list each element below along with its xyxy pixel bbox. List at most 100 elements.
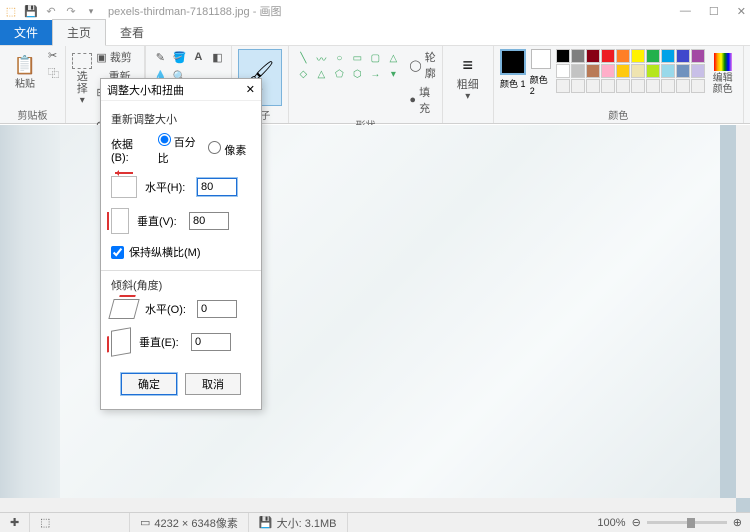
skew-v-input[interactable] (191, 333, 231, 351)
eraser-icon[interactable]: ◧ (209, 49, 225, 65)
crop-icon: ▣ (96, 51, 106, 64)
palette-swatch[interactable] (691, 79, 705, 93)
tab-home[interactable]: 主页 (52, 19, 106, 46)
ribbon-tabs: 文件 主页 查看 (0, 22, 750, 46)
palette-swatch[interactable] (631, 49, 645, 63)
group-colors: 颜色 1 颜色 2 编辑颜色 颜色 (494, 46, 744, 123)
undo-icon[interactable]: ↶ (44, 4, 58, 18)
crop-button[interactable]: ▣裁剪 (96, 49, 138, 65)
cancel-button[interactable]: 取消 (185, 373, 241, 395)
fill-shape-button[interactable]: ●填充 (409, 84, 435, 116)
paste-button[interactable]: 📋 粘贴 (6, 49, 44, 90)
palette-swatch[interactable] (616, 79, 630, 93)
palette-swatch[interactable] (616, 49, 630, 63)
scrollbar-vertical[interactable] (736, 125, 750, 498)
pixels-radio[interactable]: 像素 (208, 141, 251, 158)
zoom-slider[interactable] (647, 521, 727, 524)
outline-button[interactable]: ◯轮廓 (409, 49, 435, 81)
shapes-gallery[interactable]: ╲〰○▭▢△ ◇△⬠⬡→▾ (295, 49, 401, 81)
outline-icon: ◯ (409, 59, 421, 72)
redo-icon[interactable]: ↷ (64, 4, 78, 18)
window-title: pexels-thirdman-7181188.jpg - 画图 (108, 3, 680, 19)
size-icon: ≡ (456, 53, 480, 77)
skew-h-icon (108, 299, 139, 319)
group-3d: 🎈 使用画图 3D 进行编辑 (744, 46, 750, 123)
selection-icon: ⬚ (40, 516, 50, 529)
palette-swatch[interactable] (661, 79, 675, 93)
palette-swatch[interactable] (646, 64, 660, 78)
palette-swatch[interactable] (556, 64, 570, 78)
palette-swatch[interactable] (646, 49, 660, 63)
palette-swatch[interactable] (556, 79, 570, 93)
color1-button[interactable]: 颜色 1 (500, 49, 526, 90)
palette-swatch[interactable] (661, 49, 675, 63)
skew-v-label: 垂直(E): (139, 334, 183, 350)
palette-swatch[interactable] (601, 64, 615, 78)
palette-swatch[interactable] (556, 49, 570, 63)
horizontal-label: 水平(H): (145, 179, 189, 195)
zoom-in-button[interactable]: ⊕ (733, 516, 742, 529)
palette-swatch[interactable] (571, 79, 585, 93)
save-icon[interactable]: 💾 (24, 4, 38, 18)
titlebar: ⬚ 💾 ↶ ↷ ▾ pexels-thirdman-7181188.jpg - … (0, 0, 750, 22)
dialog-close-icon[interactable]: ✕ (246, 83, 255, 96)
group-clipboard: 📋 粘贴 ✂ ⿻ 剪贴板 (0, 46, 66, 123)
palette-swatch[interactable] (586, 64, 600, 78)
palette-swatch[interactable] (691, 49, 705, 63)
qat-dropdown-icon[interactable]: ▾ (84, 4, 98, 18)
palette-swatch[interactable] (601, 79, 615, 93)
palette-swatch[interactable] (646, 79, 660, 93)
percent-radio[interactable]: 百分比 (158, 133, 201, 166)
tab-file[interactable]: 文件 (0, 20, 52, 45)
aspect-label: 保持纵横比(M) (129, 244, 201, 260)
select-icon (72, 53, 92, 69)
tab-view[interactable]: 查看 (106, 20, 158, 45)
close-button[interactable]: ✕ (737, 5, 746, 18)
group-size: ≡ 粗细▾ (443, 46, 494, 123)
group-shapes: ╲〰○▭▢△ ◇△⬠⬡→▾ ◯轮廓 ●填充 形状 (289, 46, 442, 123)
minimize-button[interactable]: — (680, 5, 691, 18)
palette-swatch[interactable] (631, 79, 645, 93)
ok-button[interactable]: 确定 (121, 373, 177, 395)
vertical-label: 垂直(V): (137, 213, 181, 229)
dimensions-cell: ▭4232 × 6348像素 (130, 513, 249, 532)
palette-swatch[interactable] (601, 49, 615, 63)
color2-button[interactable]: 颜色 2 (530, 49, 552, 96)
text-icon[interactable]: A (190, 49, 206, 65)
selection-cell: ⬚ (30, 513, 130, 532)
horizontal-input[interactable] (197, 178, 237, 196)
aspect-checkbox[interactable] (111, 246, 124, 259)
size-button[interactable]: ≡ 粗细▾ (449, 49, 487, 102)
skew-h-input[interactable] (197, 300, 237, 318)
palette-swatch[interactable] (676, 79, 690, 93)
fill-icon[interactable]: 🪣 (171, 49, 187, 65)
maximize-button[interactable]: ☐ (709, 5, 719, 18)
color-palette[interactable] (556, 49, 705, 93)
palette-swatch[interactable] (676, 49, 690, 63)
vertical-icon (111, 208, 129, 234)
palette-swatch[interactable] (661, 64, 675, 78)
palette-swatch[interactable] (631, 64, 645, 78)
edit-colors-button[interactable]: 编辑颜色 (709, 49, 737, 95)
palette-swatch[interactable] (691, 64, 705, 78)
vertical-input[interactable] (189, 212, 229, 230)
palette-swatch[interactable] (571, 49, 585, 63)
fillshape-icon: ● (409, 94, 416, 106)
palette-swatch[interactable] (586, 49, 600, 63)
skew-section-label: 倾斜(角度) (111, 277, 251, 293)
zoom-out-button[interactable]: ⊖ (632, 516, 641, 529)
skew-v-icon (111, 327, 131, 357)
palette-swatch[interactable] (616, 64, 630, 78)
filesize-cell: 💾大小: 3.1MB (249, 513, 348, 532)
app-icon: ⬚ (4, 4, 18, 18)
palette-swatch[interactable] (676, 64, 690, 78)
palette-swatch[interactable] (586, 79, 600, 93)
select-button[interactable]: 选择▾ (72, 49, 92, 106)
copy-button[interactable]: ⿻ (48, 65, 59, 81)
scrollbar-horizontal[interactable] (0, 498, 736, 512)
palette-swatch[interactable] (571, 64, 585, 78)
copy-icon: ⿻ (48, 65, 59, 81)
cut-button[interactable]: ✂ (48, 49, 59, 62)
horizontal-icon (111, 176, 137, 198)
pencil-icon[interactable]: ✎ (152, 49, 168, 65)
